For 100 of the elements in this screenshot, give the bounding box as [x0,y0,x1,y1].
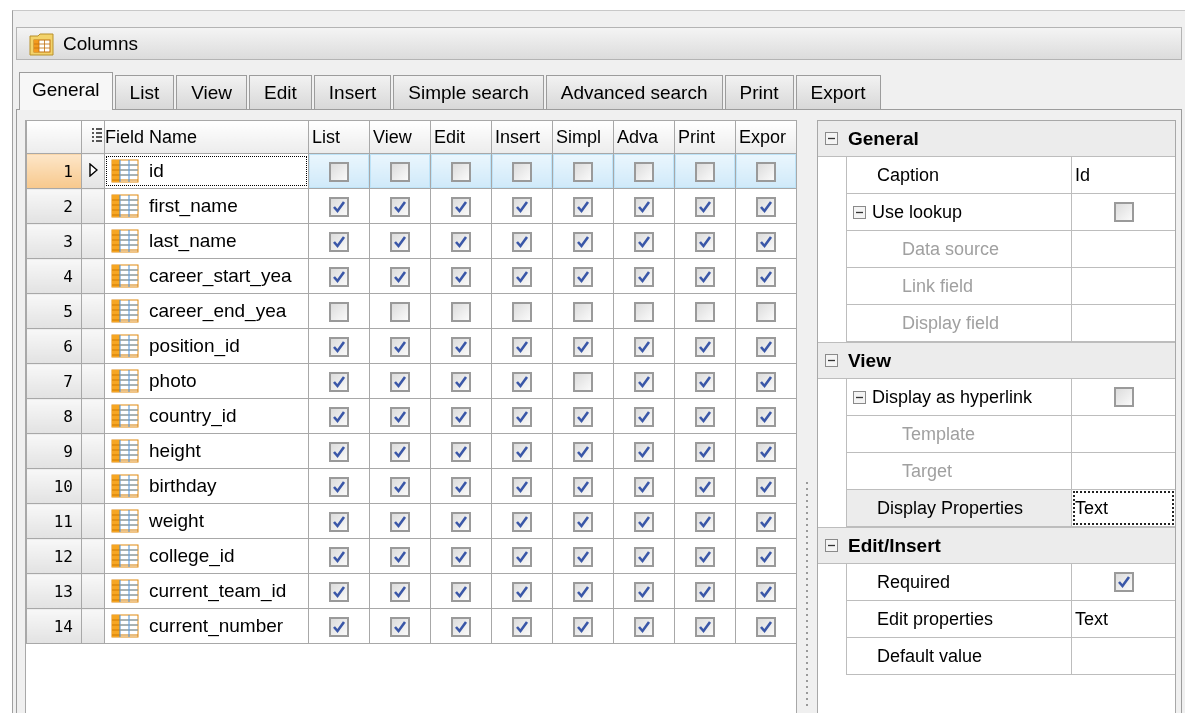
checkbox[interactable] [329,581,349,602]
checkbox[interactable] [573,301,593,322]
checkbox[interactable] [756,581,776,602]
checkbox[interactable] [512,161,532,182]
tab[interactable]: Simple search [393,75,544,109]
checkbox[interactable] [390,161,410,182]
column-header[interactable]: Adva [613,121,675,154]
checkbox[interactable] [451,301,471,322]
checkbox[interactable] [756,371,776,392]
checkbox[interactable] [634,196,654,217]
checkbox[interactable] [329,231,349,252]
checkbox[interactable] [573,266,593,287]
checkbox[interactable] [390,546,410,567]
checkbox[interactable] [512,616,532,637]
checkbox[interactable] [329,371,349,392]
checkbox[interactable] [451,371,471,392]
checkbox[interactable] [390,231,410,252]
checkbox[interactable] [451,511,471,532]
checkbox[interactable] [634,406,654,427]
checkbox[interactable] [390,371,410,392]
checkbox[interactable] [1113,572,1134,592]
checkbox[interactable] [512,336,532,357]
checkbox[interactable] [695,161,715,182]
checkbox[interactable] [329,441,349,462]
checkbox[interactable] [695,546,715,567]
checkbox[interactable] [695,196,715,217]
checkbox[interactable] [329,336,349,357]
checkbox[interactable] [451,406,471,427]
checkbox[interactable] [390,511,410,532]
checkbox[interactable] [329,546,349,567]
checkbox[interactable] [329,266,349,287]
checkbox[interactable] [573,511,593,532]
checkbox[interactable] [390,336,410,357]
checkbox[interactable] [756,161,776,182]
checkbox[interactable] [695,371,715,392]
checkbox[interactable] [390,581,410,602]
checkbox[interactable] [329,511,349,532]
checkbox[interactable] [451,161,471,182]
expander-icon[interactable] [853,390,866,404]
checkbox[interactable] [451,266,471,287]
checkbox[interactable] [634,581,654,602]
checkbox[interactable] [512,476,532,497]
tab[interactable]: General [19,72,113,110]
checkbox[interactable] [512,546,532,567]
checkbox[interactable] [634,336,654,357]
checkbox[interactable] [390,616,410,637]
checkbox[interactable] [756,196,776,217]
checkbox[interactable] [695,406,715,427]
checkbox[interactable] [695,301,715,322]
checkbox[interactable] [756,476,776,497]
checkbox[interactable] [573,336,593,357]
tab[interactable]: List [114,75,175,109]
checkbox[interactable] [573,161,593,182]
column-header[interactable]: List [308,121,370,154]
checkbox[interactable] [573,476,593,497]
checkbox[interactable] [756,441,776,462]
checkbox[interactable] [451,581,471,602]
checkbox[interactable] [512,406,532,427]
checkbox[interactable] [451,476,471,497]
checkbox[interactable] [329,616,349,637]
tab[interactable]: Edit [249,75,312,109]
checkbox[interactable] [573,616,593,637]
checkbox[interactable] [512,371,532,392]
collapse-icon[interactable] [825,539,838,552]
checkbox[interactable] [329,161,349,182]
checkbox[interactable] [329,196,349,217]
checkbox[interactable] [451,546,471,567]
property-value[interactable]: Text [1075,608,1108,630]
checkbox[interactable] [756,616,776,637]
checkbox[interactable] [451,196,471,217]
checkbox[interactable] [756,301,776,322]
column-header[interactable]: Expor [735,121,797,154]
checkbox[interactable] [695,441,715,462]
checkbox[interactable] [573,371,593,392]
column-chooser-icon[interactable] [92,126,102,143]
checkbox[interactable] [634,161,654,182]
checkbox[interactable] [512,581,532,602]
checkbox[interactable] [451,231,471,252]
checkbox[interactable] [390,196,410,217]
checkbox[interactable] [695,231,715,252]
checkbox[interactable] [390,301,410,322]
checkbox[interactable] [329,301,349,322]
checkbox[interactable] [634,476,654,497]
checkbox[interactable] [634,511,654,532]
checkbox[interactable] [573,196,593,217]
checkbox[interactable] [695,336,715,357]
property-value[interactable]: Text [1075,497,1108,519]
checkbox[interactable] [756,336,776,357]
checkbox[interactable] [512,196,532,217]
checkbox[interactable] [390,476,410,497]
checkbox[interactable] [695,476,715,497]
column-header[interactable]: Print [674,121,736,154]
checkbox[interactable] [756,231,776,252]
checkbox[interactable] [451,441,471,462]
column-header[interactable]: Insert [491,121,553,154]
column-header[interactable]: Field Name [104,121,309,154]
checkbox[interactable] [634,616,654,637]
checkbox[interactable] [1113,387,1134,407]
tab[interactable]: Export [795,75,881,109]
checkbox[interactable] [634,441,654,462]
